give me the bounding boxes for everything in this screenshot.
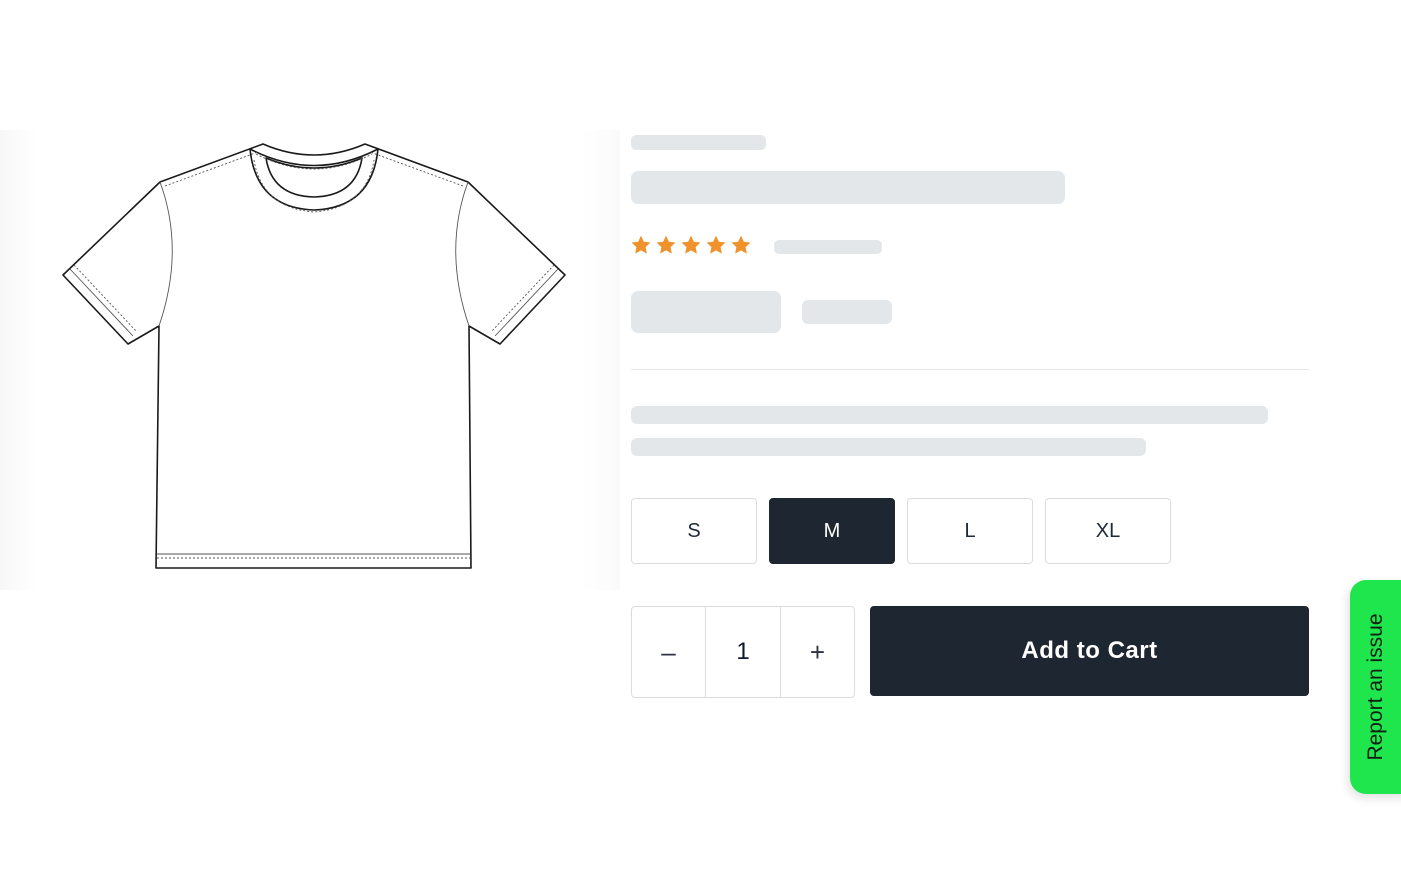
report-issue-button[interactable]: Report an issue — [1350, 580, 1401, 794]
size-option-xl[interactable]: XL — [1045, 498, 1171, 564]
quantity-stepper: – 1 + — [631, 606, 855, 698]
product-image — [0, 130, 620, 590]
star-icon — [706, 235, 726, 254]
star-icon — [731, 235, 751, 254]
star-icon — [681, 235, 701, 254]
add-to-cart-button[interactable]: Add to Cart — [870, 606, 1309, 696]
compare-price-placeholder — [802, 300, 892, 324]
increment-button[interactable]: + — [781, 607, 854, 697]
star-icon — [631, 235, 651, 254]
size-option-m[interactable]: M — [769, 498, 895, 564]
decrement-button[interactable]: – — [632, 607, 705, 697]
t-shirt-icon — [62, 143, 566, 569]
report-issue-label: Report an issue — [1364, 613, 1387, 761]
size-selector: S M L XL — [631, 498, 1171, 564]
star-icon — [656, 235, 676, 254]
price-placeholder — [631, 291, 781, 333]
quantity-value[interactable]: 1 — [705, 607, 781, 697]
description-placeholder-line-2 — [631, 438, 1146, 456]
title-placeholder — [631, 171, 1065, 204]
brand-placeholder — [631, 135, 766, 150]
product-page: S M L XL – 1 + Add to Cart Report an iss… — [0, 0, 1401, 869]
reviews-placeholder — [774, 240, 882, 254]
divider — [631, 369, 1309, 370]
rating-stars — [630, 234, 752, 256]
size-option-s[interactable]: S — [631, 498, 757, 564]
description-placeholder-line-1 — [631, 406, 1268, 424]
size-option-l[interactable]: L — [907, 498, 1033, 564]
